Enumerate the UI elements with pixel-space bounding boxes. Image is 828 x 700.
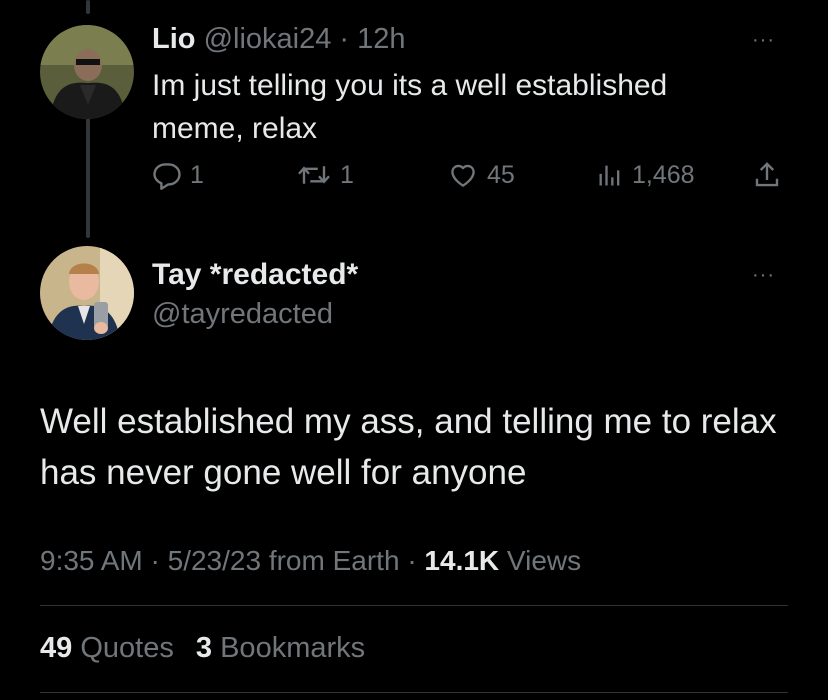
tweet-meta: 9:35 AM · 5/23/23 from Earth · 14.1K Vie… bbox=[40, 545, 581, 577]
like-count: 45 bbox=[487, 160, 515, 189]
speech-bubble-icon bbox=[153, 163, 181, 190]
meta-separator: · bbox=[150, 545, 160, 576]
reply-more-icon[interactable]: ··· bbox=[752, 30, 775, 50]
tweet-views-count[interactable]: 14.1K bbox=[424, 545, 499, 576]
reply-action-bar: 1 1 45 1,468 bbox=[0, 160, 828, 200]
tweet-source: from Earth bbox=[268, 545, 400, 576]
quotes-link[interactable]: 49 Quotes bbox=[40, 632, 182, 664]
meta-separator: · bbox=[407, 545, 417, 576]
heart-icon bbox=[451, 164, 475, 187]
reply-header: Lio @liokai24 · 12h bbox=[152, 23, 406, 56]
reply-button[interactable]: 1 bbox=[152, 160, 204, 190]
repost-arrows-icon bbox=[298, 166, 330, 184]
header-separator: · bbox=[339, 23, 350, 55]
repost-button[interactable]: 1 bbox=[296, 160, 354, 190]
bookmarks-count: 3 bbox=[195, 632, 213, 664]
tweet-more-icon[interactable]: ··· bbox=[752, 265, 775, 285]
reply-author-name[interactable]: Lio bbox=[152, 23, 196, 55]
reply-count: 1 bbox=[190, 160, 204, 189]
repost-count: 1 bbox=[340, 160, 354, 189]
avatar-lio[interactable] bbox=[40, 25, 134, 119]
reply-author-handle[interactable]: @liokai24 bbox=[204, 23, 332, 55]
tweet-stats: 49 Quotes 3 Bookmarks bbox=[40, 632, 379, 665]
views-button[interactable]: 1,468 bbox=[596, 160, 695, 190]
bookmarks-label: Bookmarks bbox=[220, 632, 366, 664]
tweet-date[interactable]: 5/23/23 bbox=[168, 545, 261, 576]
divider bbox=[40, 692, 788, 693]
avatar-tay[interactable] bbox=[40, 246, 134, 340]
bar-chart-icon bbox=[599, 165, 620, 186]
tweet-text: Well established my ass, and telling me … bbox=[40, 402, 777, 492]
tweet-author-handle[interactable]: @tayredacted bbox=[152, 298, 333, 331]
tweet-author-name[interactable]: Tay *redacted* bbox=[152, 258, 358, 292]
share-upload-icon bbox=[755, 162, 779, 187]
reply-text: Im just telling you its a well establish… bbox=[152, 69, 668, 145]
quotes-label: Quotes bbox=[80, 632, 174, 664]
like-button[interactable]: 45 bbox=[447, 160, 515, 190]
bookmarks-link[interactable]: 3 Bookmarks bbox=[196, 632, 365, 664]
views-count: 1,468 bbox=[632, 160, 695, 189]
reply-time[interactable]: 12h bbox=[357, 23, 405, 55]
tweet-time[interactable]: 9:35 AM bbox=[40, 545, 143, 576]
thread-connector-top bbox=[86, 0, 90, 14]
tweet-views-label: Views bbox=[506, 545, 582, 576]
share-button[interactable] bbox=[752, 160, 782, 190]
quotes-count: 49 bbox=[40, 632, 73, 664]
divider bbox=[40, 605, 788, 606]
